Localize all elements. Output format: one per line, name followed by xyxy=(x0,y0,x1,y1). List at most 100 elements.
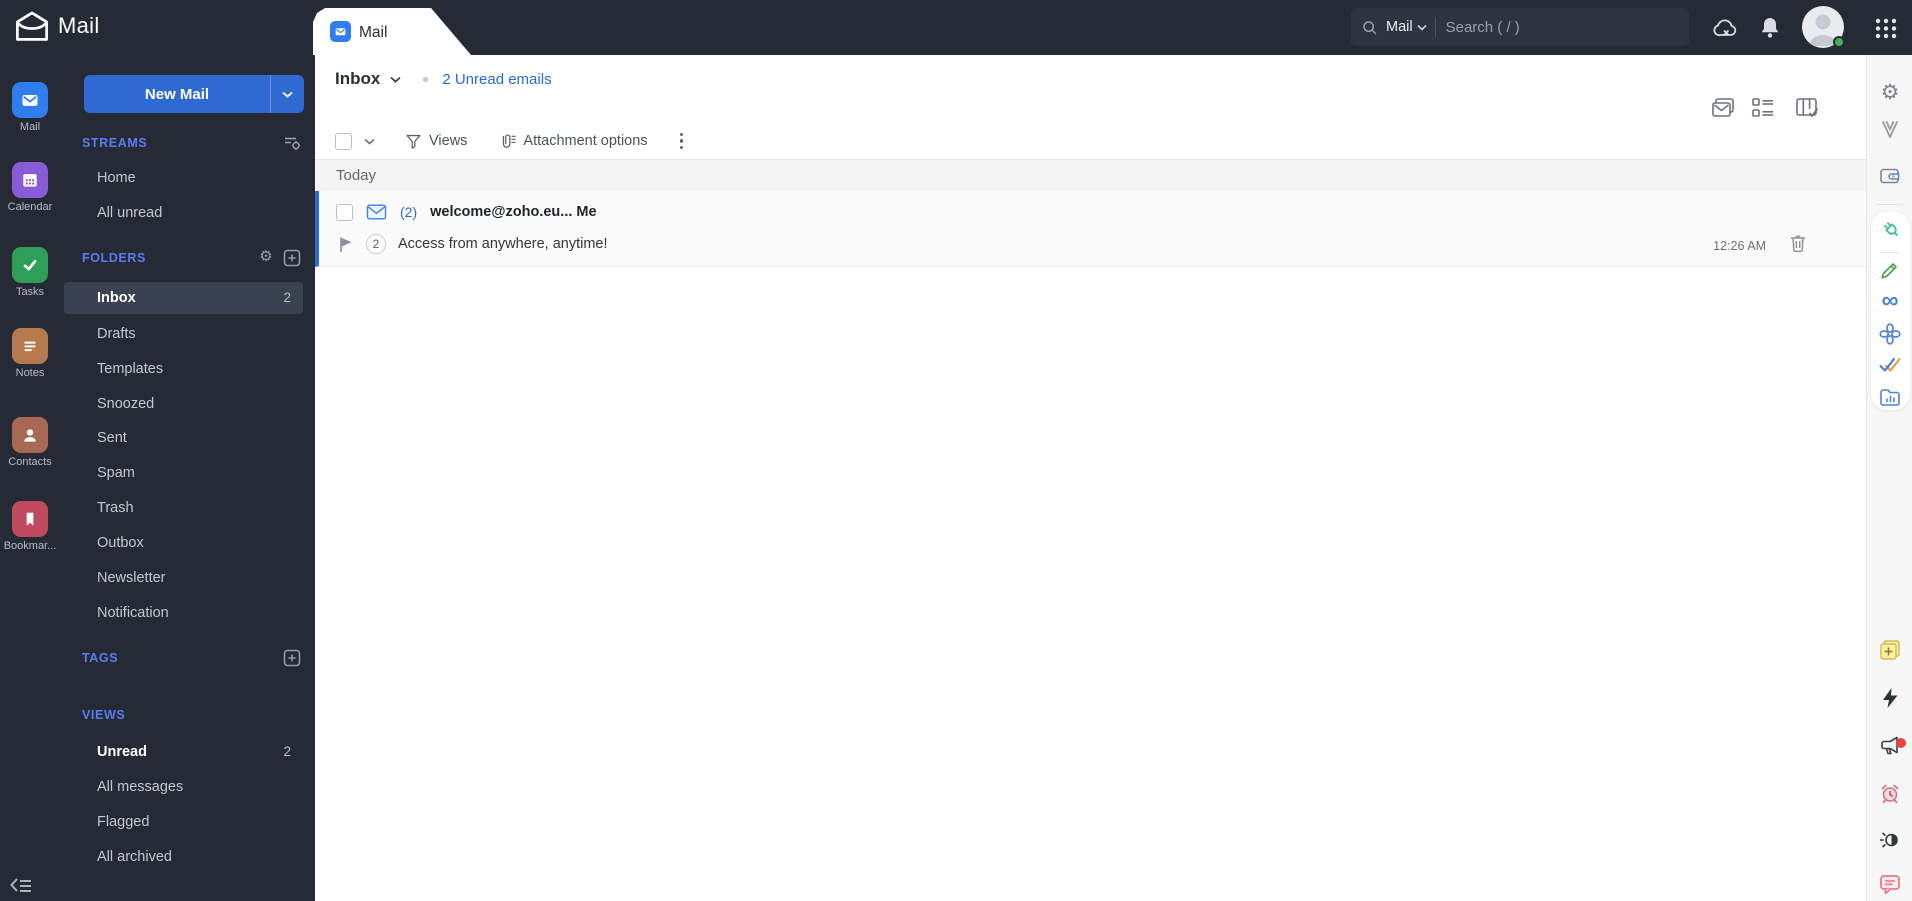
email-subject: Access from anywhere, anytime! xyxy=(398,236,608,252)
sidebar-item-outbox[interactable]: Outbox xyxy=(64,526,303,560)
attachment-options-button[interactable]: Attachment options xyxy=(497,132,648,151)
settings-gear-icon[interactable]: ⚙ xyxy=(1878,80,1902,104)
email-sender: welcome@zoho.eu... Me xyxy=(430,204,597,220)
folders-section-header: FOLDERS xyxy=(82,251,146,265)
rail-item-contacts[interactable]: Contacts xyxy=(0,417,60,468)
streams-settings-icon[interactable] xyxy=(283,134,301,152)
delete-email-icon[interactable] xyxy=(1788,233,1808,253)
collapse-sidebar-icon[interactable] xyxy=(9,875,33,895)
column-view-icon[interactable] xyxy=(1794,95,1820,121)
list-header: Inbox 2 Unread emails xyxy=(335,69,552,89)
tags-section-header: TAGS xyxy=(82,651,119,665)
sidebar-item-inbox[interactable]: Inbox 2 xyxy=(64,282,303,314)
sidebar-item-trash[interactable]: Trash xyxy=(64,491,303,525)
rail-item-calendar[interactable]: Calendar xyxy=(0,162,60,213)
app-rail: Mail Calendar Tasks Notes Contacts Bookm… xyxy=(0,55,60,901)
rail-label: Tasks xyxy=(15,286,45,298)
apps-grid-icon[interactable] xyxy=(1872,14,1900,42)
sidebar-item-newsletter[interactable]: Newsletter xyxy=(64,561,303,595)
sidebar-item-home[interactable]: Home xyxy=(64,161,303,195)
new-mail-button[interactable]: New Mail xyxy=(84,75,304,113)
select-all-checkbox[interactable] xyxy=(335,132,352,150)
unread-envelope-icon xyxy=(366,204,387,220)
rail-item-tasks[interactable]: Tasks xyxy=(0,247,60,298)
bookmarks-app-icon xyxy=(12,501,48,537)
notes-app-icon xyxy=(12,328,48,364)
sidebar-item-all-messages[interactable]: All messages xyxy=(64,770,303,804)
chevron-down-icon xyxy=(1417,24,1427,31)
conversation-view-icon[interactable] xyxy=(1710,95,1736,121)
theme-toggle-icon[interactable] xyxy=(1878,828,1902,852)
new-mail-dropdown[interactable] xyxy=(270,75,304,113)
list-view-icon[interactable] xyxy=(1750,95,1776,121)
search-input[interactable] xyxy=(1445,18,1616,36)
add-note-icon[interactable] xyxy=(1878,638,1902,662)
folder-chevron-icon[interactable] xyxy=(390,76,401,83)
announcement-notification-dot xyxy=(1896,738,1906,748)
workdrive-folder-icon[interactable] xyxy=(1878,385,1902,409)
date-group-header: Today xyxy=(315,159,1866,191)
chevron-down-icon xyxy=(282,91,293,98)
list-toolbar: Views Attachment options xyxy=(335,123,687,159)
sidebar-item-all-unread[interactable]: All unread xyxy=(64,196,303,230)
crm-infinity-icon[interactable]: ∞ xyxy=(1878,289,1902,313)
wallet-icon[interactable] xyxy=(1878,164,1902,188)
rail-label: Calendar xyxy=(7,201,53,213)
paperclip-v-icon[interactable] xyxy=(1878,118,1902,142)
thread-count-badge: 2 xyxy=(366,234,386,254)
sidebar-item-flagged[interactable]: Flagged xyxy=(64,805,303,839)
sidebar-item-snoozed[interactable]: Snoozed xyxy=(64,387,303,421)
notifications-bell-icon[interactable] xyxy=(1756,14,1784,42)
search-divider xyxy=(1434,17,1436,37)
presence-status-dot xyxy=(1833,36,1845,48)
clover-flower-icon[interactable] xyxy=(1878,322,1902,346)
streams-section-header: STREAMS xyxy=(82,136,148,150)
email-list-item[interactable]: (2) welcome@zoho.eu... Me 2 Access from … xyxy=(315,191,1866,267)
email-checkbox[interactable] xyxy=(336,203,353,221)
sidebar-item-unread[interactable]: Unread 2 xyxy=(64,735,303,769)
separator-dot xyxy=(423,76,429,82)
lightning-icon[interactable] xyxy=(1878,686,1902,710)
search-bar[interactable]: Mail xyxy=(1351,8,1689,46)
unread-emails-link[interactable]: 2 Unread emails xyxy=(442,71,551,88)
unread-count: 2 xyxy=(283,744,291,759)
rail-label: Notes xyxy=(15,367,45,379)
calendar-app-icon xyxy=(12,162,48,198)
views-section-header: VIEWS xyxy=(82,708,126,722)
app-title: Mail xyxy=(58,13,100,38)
current-folder-title[interactable]: Inbox xyxy=(335,69,380,89)
new-mail-label: New Mail xyxy=(144,85,210,103)
sidebar-item-spam[interactable]: Spam xyxy=(64,456,303,490)
add-folder-icon[interactable] xyxy=(283,249,301,267)
flag-icon[interactable] xyxy=(338,236,354,253)
search-scope-select[interactable]: Mail xyxy=(1386,19,1413,35)
sidebar-item-notification[interactable]: Notification xyxy=(64,596,303,630)
mail-app-icon xyxy=(12,82,48,118)
rail-item-bookmarks[interactable]: Bookmar... xyxy=(0,501,60,552)
views-filter-button[interactable]: Views xyxy=(405,133,467,150)
ewidget-plug-icon[interactable] xyxy=(1878,216,1902,240)
reminders-alarm-icon[interactable] xyxy=(1878,781,1902,805)
sidebar-item-templates[interactable]: Templates xyxy=(64,352,303,386)
sign-icon[interactable] xyxy=(1878,256,1902,280)
top-bar: Mail Mail xyxy=(0,0,1912,55)
folder-settings-gear-icon[interactable]: ⚙ xyxy=(257,248,275,266)
sidebar-item-all-archived[interactable]: All archived xyxy=(64,840,303,874)
mail-tab-icon xyxy=(330,21,351,42)
sidebar-item-drafts[interactable]: Drafts xyxy=(64,317,303,351)
feedback-chat-icon[interactable] xyxy=(1878,872,1902,896)
rail-item-notes[interactable]: Notes xyxy=(0,328,60,379)
folder-sidebar: New Mail STREAMS Home All unread FOLDERS… xyxy=(60,55,315,901)
add-tag-icon[interactable] xyxy=(283,649,301,667)
sidebar-item-sent[interactable]: Sent xyxy=(64,421,303,455)
offline-cloud-icon[interactable] xyxy=(1712,14,1740,42)
search-icon xyxy=(1363,20,1377,34)
rail-item-mail[interactable]: Mail xyxy=(0,82,60,133)
select-dropdown-icon[interactable] xyxy=(364,138,375,145)
tasks-app-icon xyxy=(12,247,48,283)
more-options-kebab-icon[interactable] xyxy=(676,129,688,154)
zoho-mail-logo-icon xyxy=(16,11,48,41)
double-check-icon[interactable] xyxy=(1878,354,1902,378)
inbox-count: 2 xyxy=(283,290,291,305)
paperclip-icon xyxy=(503,133,516,148)
